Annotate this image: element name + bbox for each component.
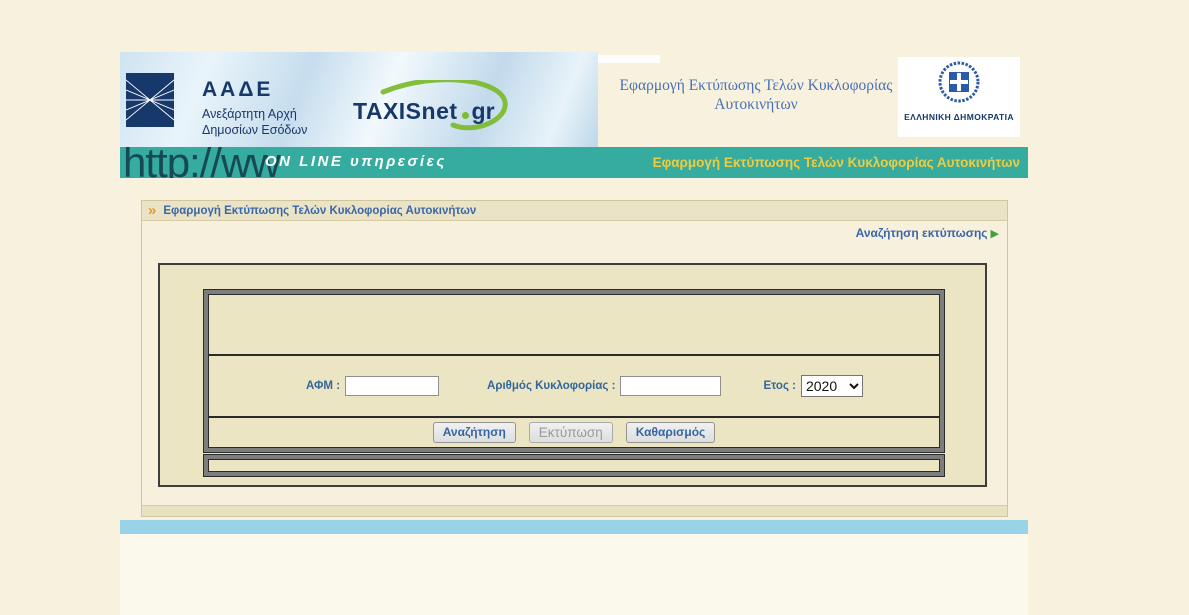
form-bottom-strip — [204, 455, 944, 476]
form-header-row — [208, 294, 940, 356]
footer-blue-bar — [120, 520, 1028, 534]
breadcrumb-label: Εφαρμογή Εκτύπωσης Τελών Κυκλοφορίας Αυτ… — [163, 205, 476, 217]
aade-subtitle-line2: Δημοσίων Εσόδων — [202, 122, 307, 138]
taxisnet-logo: TAXISnet gr — [353, 80, 533, 142]
hellenic-republic-emblem: ΕΛΛΗΝΙΚΗ ΔΗΜΟΚΡΑΤΙΑ — [898, 57, 1020, 137]
online-services-label: ON LINE υπηρεσίες — [265, 153, 447, 170]
header-banner: ΑΑΔΕ Ανεξάρτητη Αρχή Δημοσίων Εσόδων TAX… — [120, 52, 1028, 147]
search-link-row: Αναζήτηση εκτύπωσης▶ — [142, 221, 1007, 242]
header-app-title: Εφαρμογή Εκτύπωσης Τελών Κυκλοφορίας Αυτ… — [606, 76, 906, 114]
aade-logo-icon — [126, 73, 174, 127]
content-panel: » Εφαρμογή Εκτύπωσης Τελών Κυκλοφορίας Α… — [141, 200, 1008, 517]
afm-input[interactable] — [345, 376, 439, 396]
search-form-container: ΑΦΜ : Αριθμός Κυκλοφορίας : Ετος : 2020 … — [158, 263, 987, 487]
aade-subtitle-line1: Ανεξάρτητη Αρχή — [202, 106, 307, 122]
breadcrumb: » Εφαρμογή Εκτύπωσης Τελών Κυκλοφορίας Α… — [142, 201, 1007, 221]
plate-number-input[interactable] — [620, 376, 721, 396]
page: { "colors": { "teal_bar": "#35AC9F", "ba… — [0, 0, 1189, 615]
panel-footer-band — [142, 505, 1007, 516]
url-watermark: http://ww — [123, 147, 280, 178]
afm-label: ΑΦΜ : — [306, 380, 340, 392]
search-print-link[interactable]: Αναζήτηση εκτύπωσης — [856, 226, 988, 240]
form-fields-row: ΑΦΜ : Αριθμός Κυκλοφορίας : Ετος : 2020 — [208, 356, 940, 418]
taxisnet-wordmark: TAXISnet gr — [353, 98, 495, 125]
teal-bar-title: Εφαρμογή Εκτύπωσης Τελών Κυκλοφορίας Αυτ… — [653, 155, 1020, 170]
search-button[interactable]: Αναζήτηση — [433, 422, 516, 443]
taxisnet-name: TAXISnet — [353, 98, 458, 125]
banner-right: Εφαρμογή Εκτύπωσης Τελών Κυκλοφορίας Αυτ… — [598, 52, 1028, 147]
footer-area — [120, 534, 1028, 615]
teal-services-bar: http://ww ON LINE υπηρεσίες Εφαρμογή Εκτ… — [120, 147, 1028, 178]
clear-button[interactable]: Καθαρισμός — [626, 422, 716, 443]
emblem-caption: ΕΛΛΗΝΙΚΗ ΔΗΜΟΚΡΑΤΙΑ — [898, 112, 1020, 122]
header-app-title-line2: Αυτοκινήτων — [606, 95, 906, 114]
banner-white-strip — [598, 55, 660, 63]
green-arrow-icon: ▶ — [991, 228, 999, 240]
aade-acronym: ΑΑΔΕ — [202, 78, 273, 102]
print-button[interactable]: Εκτύπωση — [529, 422, 613, 443]
banner-left-gradient: ΑΑΔΕ Ανεξάρτητη Αρχή Δημοσίων Εσόδων TAX… — [120, 52, 598, 147]
plate-number-label: Αριθμός Κυκλοφορίας : — [487, 380, 615, 392]
breadcrumb-chevrons-icon: » — [148, 204, 156, 218]
form-buttons-row: Αναζήτηση Εκτύπωση Καθαρισμός — [208, 418, 940, 446]
year-label: Ετος : — [763, 380, 796, 392]
taxisnet-tld: gr — [472, 98, 495, 125]
taxisnet-green-dot-icon — [462, 112, 469, 119]
greek-coat-of-arms-icon — [931, 60, 987, 106]
header-app-title-line1: Εφαρμογή Εκτύπωσης Τελών Κυκλοφορίας — [606, 76, 906, 95]
aade-subtitle: Ανεξάρτητη Αρχή Δημοσίων Εσόδων — [202, 106, 307, 138]
year-select[interactable]: 2020 — [801, 375, 863, 397]
search-form-table: ΑΦΜ : Αριθμός Κυκλοφορίας : Ετος : 2020 … — [204, 290, 944, 452]
